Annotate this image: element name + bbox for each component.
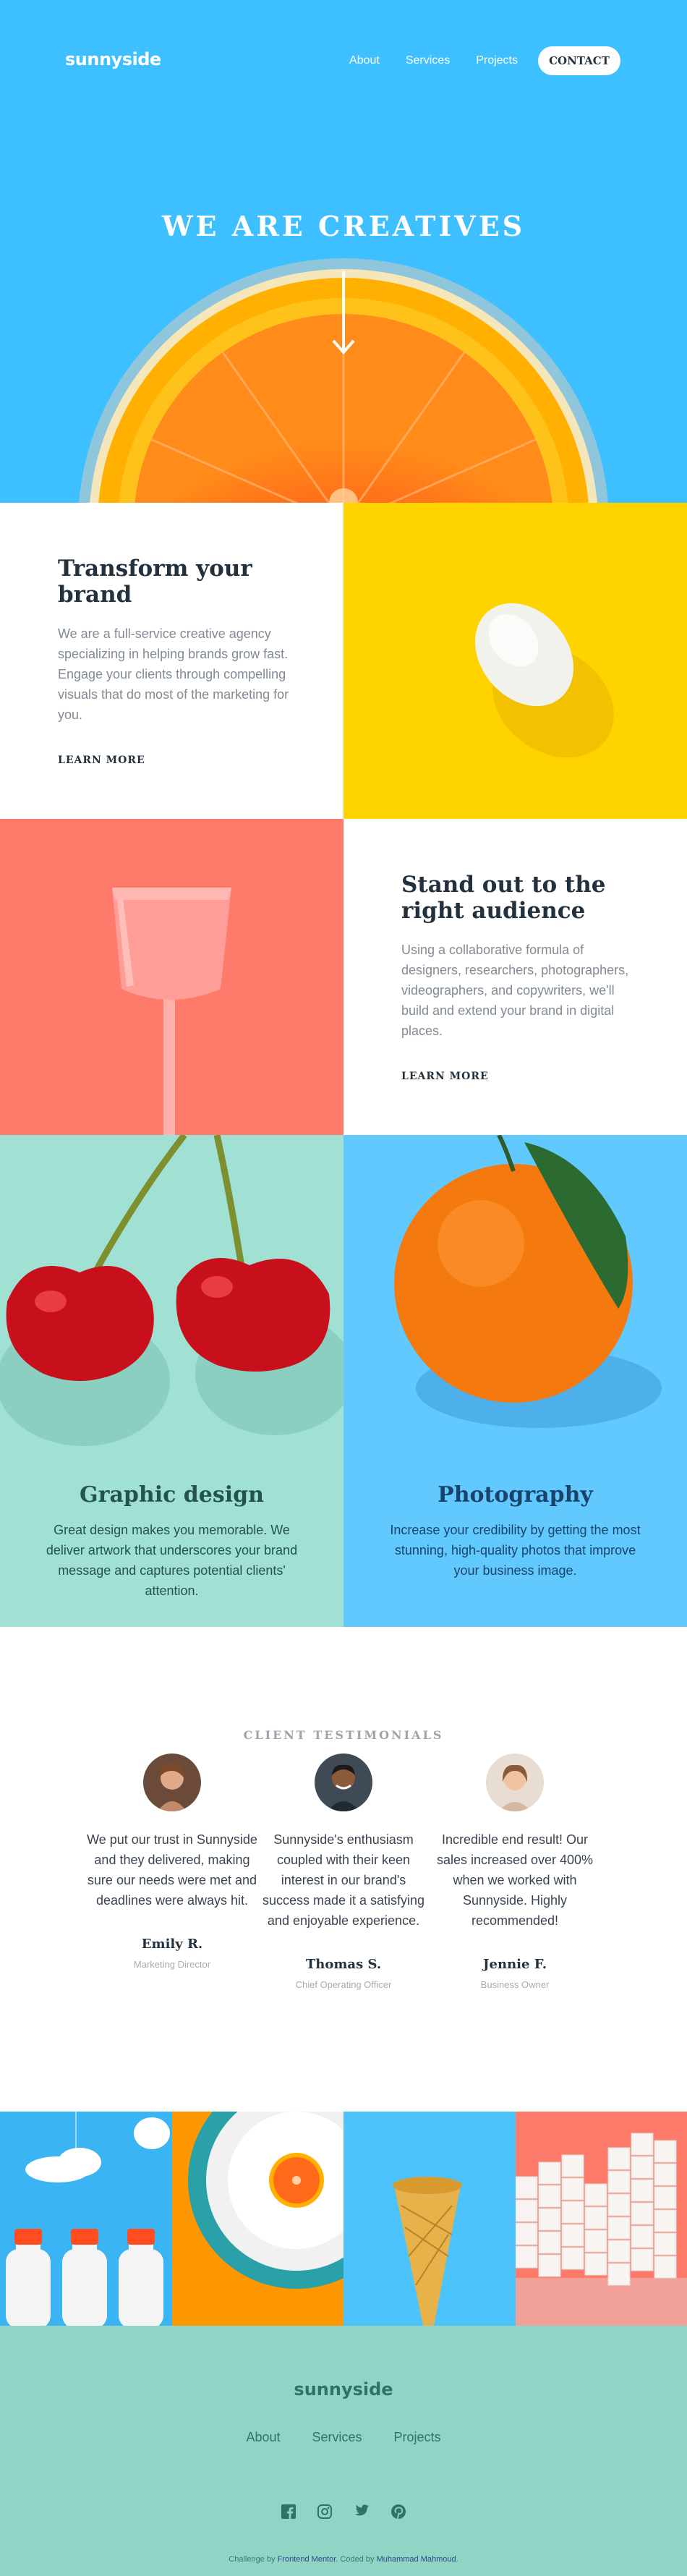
main-nav: About Services Projects CONTACT bbox=[323, 46, 620, 75]
footer-link-about[interactable]: About bbox=[246, 2430, 280, 2445]
services-row: Graphic design Great design makes you me… bbox=[0, 1135, 687, 1627]
avatar bbox=[486, 1754, 544, 1811]
gallery-milk-bottles-image bbox=[0, 2112, 172, 2326]
service-graphic-design: Graphic design Great design makes you me… bbox=[0, 1135, 344, 1627]
hero-section: sunnyside About Services Projects CONTAC… bbox=[0, 0, 687, 503]
service-photography: Photography Increase your credibility by… bbox=[344, 1135, 687, 1627]
feature-text: We are a full-service creative agency sp… bbox=[58, 626, 289, 722]
twitter-icon[interactable] bbox=[354, 2504, 370, 2522]
gallery-orange-on-plate-image bbox=[171, 2112, 344, 2326]
testimonial-quote: Incredible end result! Our sales increas… bbox=[436, 1832, 594, 1928]
testimonial-quote: Sunnyside's enthusiasm coupled with thei… bbox=[262, 1832, 425, 1928]
instagram-icon[interactable] bbox=[317, 2504, 332, 2522]
footer-logo[interactable]: sunnyside bbox=[0, 2379, 687, 2399]
contact-button[interactable]: CONTACT bbox=[538, 46, 620, 75]
testimonial-card: We put our trust in Sunnyside and they d… bbox=[87, 1754, 257, 1970]
testimonial-role: Business Owner bbox=[480, 1979, 550, 1990]
site-logo[interactable]: sunnyside bbox=[65, 49, 161, 69]
nav-link-about[interactable]: About bbox=[349, 54, 380, 67]
avatar bbox=[143, 1754, 201, 1811]
gallery-sugar-cubes-image bbox=[515, 2112, 687, 2326]
feature-title: Transform your brand bbox=[58, 555, 252, 608]
service-text: Increase your credibility by getting the… bbox=[390, 1523, 641, 1578]
avatar bbox=[315, 1754, 372, 1811]
nav-link-services[interactable]: Services bbox=[406, 54, 450, 67]
footer-nav: About Services Projects bbox=[0, 2430, 687, 2445]
arrow-down-icon[interactable] bbox=[331, 271, 356, 355]
pinterest-icon[interactable] bbox=[391, 2504, 406, 2522]
footer-link-projects[interactable]: Projects bbox=[394, 2430, 441, 2445]
testimonial-card: Incredible end result! Our sales increas… bbox=[430, 1754, 600, 1990]
social-links bbox=[0, 2504, 687, 2522]
learn-more-link[interactable]: LEARN MORE bbox=[400, 1071, 490, 1083]
footer: sunnyside About Services Projects Challe… bbox=[0, 2326, 687, 2576]
testimonials-section: CLIENT TESTIMONIALS We put our trust in … bbox=[0, 1627, 687, 2112]
testimonial-name: Thomas S. bbox=[305, 1957, 382, 1972]
learn-more-link[interactable]: LEARN MORE bbox=[56, 754, 147, 767]
service-title: Photography bbox=[438, 1482, 593, 1508]
feature-row-1: Transform your brand We are a full-servi… bbox=[0, 503, 687, 819]
attribution: Challenge by Frontend Mentor. Coded by M… bbox=[229, 2555, 458, 2564]
feature-row-2: Stand out to the right audience Using a … bbox=[0, 819, 687, 1135]
feature-audience: Stand out to the right audience Using a … bbox=[344, 819, 687, 1135]
feature-brand: Transform your brand We are a full-servi… bbox=[0, 503, 344, 819]
service-text: Great design makes you memorable. We del… bbox=[46, 1523, 298, 1598]
service-title: Graphic design bbox=[80, 1482, 264, 1508]
cup-image bbox=[0, 819, 344, 1135]
egg-image bbox=[344, 503, 687, 819]
testimonial-name: Jennie F. bbox=[483, 1957, 547, 1972]
testimonials-heading: CLIENT TESTIMONIALS bbox=[243, 1728, 444, 1742]
facebook-icon[interactable] bbox=[281, 2504, 296, 2522]
nav-link-projects[interactable]: Projects bbox=[476, 54, 518, 67]
gallery-ice-cream-cone-image bbox=[344, 2112, 516, 2326]
author-link[interactable]: Muhammad Mahmoud bbox=[377, 2555, 456, 2564]
testimonial-role: Marketing Director bbox=[133, 1959, 211, 1970]
testimonial-role: Chief Operating Officer bbox=[295, 1979, 392, 1990]
hero-title: WE ARE CREATIVES bbox=[161, 210, 526, 242]
footer-link-services[interactable]: Services bbox=[312, 2430, 362, 2445]
testimonial-quote: We put our trust in Sunnyside and they d… bbox=[87, 1832, 257, 1908]
frontend-mentor-link[interactable]: Frontend Mentor bbox=[278, 2555, 336, 2564]
feature-text: Using a collaborative formula of designe… bbox=[401, 942, 629, 1038]
feature-title: Stand out to the right audience bbox=[401, 871, 606, 924]
gallery bbox=[0, 2112, 687, 2326]
testimonial-name: Emily R. bbox=[141, 1937, 203, 1952]
testimonial-card: Sunnyside's enthusiasm coupled with thei… bbox=[258, 1754, 429, 1990]
